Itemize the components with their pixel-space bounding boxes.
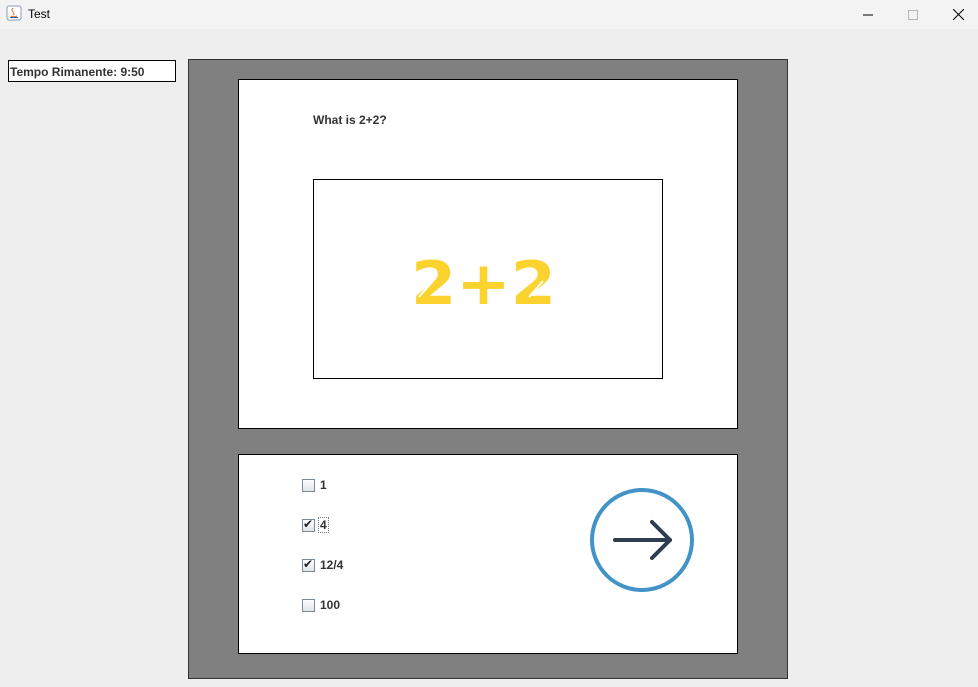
option-2[interactable]: ✔ 4 xyxy=(302,516,329,533)
minimize-button[interactable] xyxy=(845,0,891,29)
option-1[interactable]: ✔ 1 xyxy=(302,477,328,493)
option-checkbox[interactable]: ✔ xyxy=(302,598,315,612)
next-button[interactable] xyxy=(590,488,694,592)
option-checkbox[interactable]: ✔ xyxy=(302,478,315,492)
window-title: Test xyxy=(28,7,51,21)
option-checkbox[interactable]: ✔ xyxy=(302,556,315,572)
option-label: 4 xyxy=(318,517,329,533)
minimize-icon xyxy=(863,14,873,15)
check-icon: ✔ xyxy=(303,516,314,531)
question-text: What is 2+2? xyxy=(313,113,387,127)
option-label: 12/4 xyxy=(320,558,344,572)
check-icon: ✔ xyxy=(303,556,314,571)
option-label: 100 xyxy=(320,598,341,612)
close-icon xyxy=(952,9,964,20)
option-checkbox[interactable]: ✔ xyxy=(302,516,315,532)
question-image-frame: 2+2 xyxy=(313,179,663,379)
option-3[interactable]: ✔ 12/4 xyxy=(302,557,344,573)
maximize-icon xyxy=(908,9,918,20)
title-bar: Test xyxy=(0,0,978,29)
maximize-button[interactable] xyxy=(890,0,936,29)
option-label: 1 xyxy=(320,478,327,492)
java-app-icon xyxy=(6,5,22,21)
close-button[interactable] xyxy=(935,0,978,29)
question-image: 2+2 xyxy=(411,255,556,310)
option-4[interactable]: ✔ 100 xyxy=(302,597,341,613)
time-remaining-label: Tempo Rimanente: 9:50 xyxy=(8,60,176,82)
